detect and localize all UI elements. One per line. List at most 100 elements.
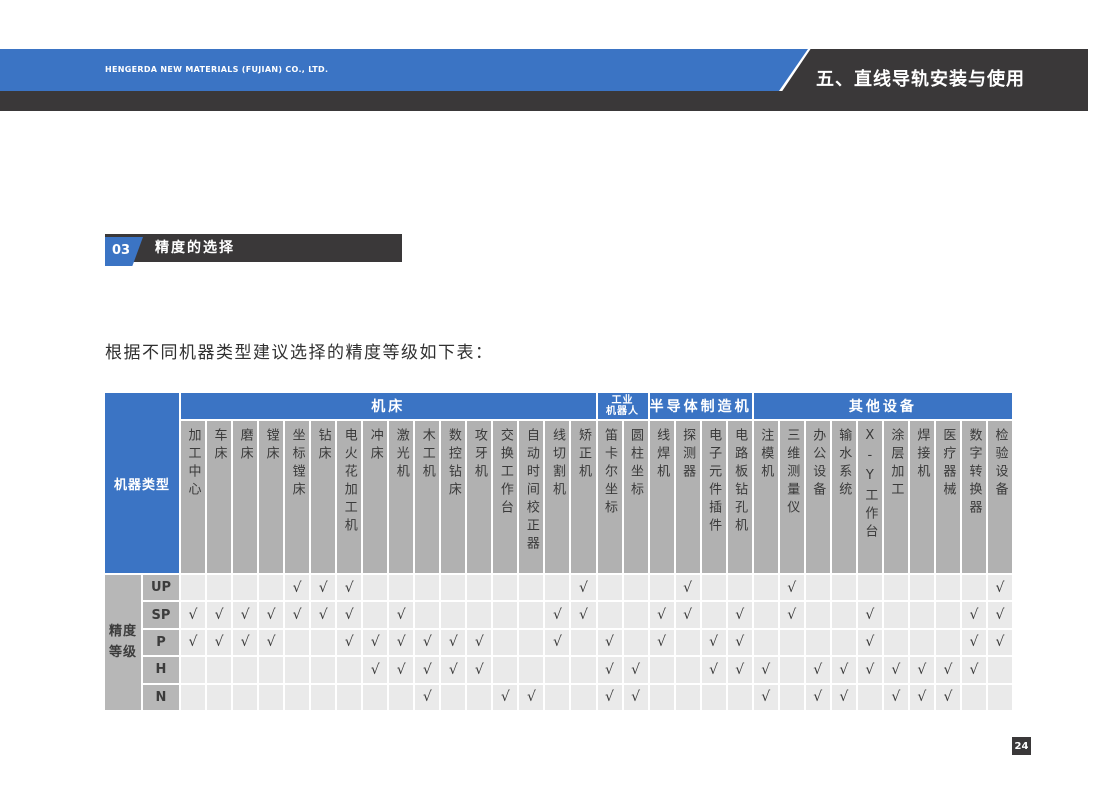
check-cell-checked: √: [545, 602, 569, 627]
check-cell: [936, 575, 960, 600]
check-cell: [233, 657, 257, 682]
check-cell: [519, 602, 543, 627]
check-cell-checked: √: [650, 602, 674, 627]
check-cell-checked: √: [962, 657, 986, 682]
check-cell-checked: √: [311, 575, 335, 600]
check-cell: [363, 575, 387, 600]
check-cell: [988, 685, 1012, 710]
check-cell: [910, 630, 934, 655]
check-cell: [493, 657, 517, 682]
column-header-text: 冲床: [369, 428, 382, 464]
check-cell: [650, 657, 674, 682]
check-cell-checked: √: [389, 630, 413, 655]
check-cell-checked: √: [415, 630, 439, 655]
check-cell-checked: √: [858, 602, 882, 627]
intro-text: 根据不同机器类型建议选择的精度等级如下表：: [105, 338, 494, 363]
check-cell: [936, 630, 960, 655]
column-header: 注模机: [754, 421, 778, 573]
column-header-text: 三维测量仪: [785, 428, 798, 518]
check-cell: [806, 630, 830, 655]
check-cell-checked: √: [728, 630, 752, 655]
check-cell: [832, 602, 856, 627]
check-cell: [259, 575, 283, 600]
check-cell-checked: √: [259, 602, 283, 627]
check-cell-checked: √: [910, 657, 934, 682]
column-header: 三维测量仪: [780, 421, 804, 573]
column-header-text: 圆柱坐标: [629, 428, 642, 500]
check-cell: [650, 685, 674, 710]
section-title-bar: 精度的选择: [105, 234, 402, 262]
check-cell-checked: √: [415, 685, 439, 710]
check-cell: [702, 575, 726, 600]
check-cell: [754, 575, 778, 600]
column-header-text: 办公设备: [811, 428, 824, 500]
check-cell-checked: √: [936, 657, 960, 682]
column-header: 线切割机: [545, 421, 569, 573]
check-cell: [571, 657, 595, 682]
check-cell-checked: √: [884, 657, 908, 682]
check-cell-checked: √: [598, 630, 622, 655]
column-header: 医疗器械: [936, 421, 960, 573]
column-header-text: 医疗器械: [941, 428, 954, 500]
check-cell: [519, 575, 543, 600]
check-cell: [832, 575, 856, 600]
check-cell: [415, 602, 439, 627]
column-header: 木工机: [415, 421, 439, 573]
check-cell-checked: √: [728, 602, 752, 627]
group-header: 机床: [181, 393, 596, 419]
check-cell-checked: √: [780, 602, 804, 627]
column-header: 检验设备: [988, 421, 1012, 573]
group-header: 工业 机器人: [598, 393, 648, 419]
check-cell-checked: √: [337, 602, 361, 627]
check-cell-checked: √: [363, 657, 387, 682]
table-corner-label: 机器类型: [105, 393, 179, 573]
check-cell: [207, 575, 231, 600]
precision-table: 机器类型 精度 等级 机床工业 机器人半导体制造机其他设备加工中心车床磨床镗床坐…: [105, 393, 1012, 710]
check-cell-checked: √: [832, 685, 856, 710]
check-cell-checked: √: [441, 630, 465, 655]
check-cell: [728, 685, 752, 710]
column-header-text: 镗床: [265, 428, 278, 464]
column-header: 电路板钻孔机: [728, 421, 752, 573]
check-cell-checked: √: [962, 630, 986, 655]
column-header-text: 输水系统: [837, 428, 850, 500]
check-cell: [676, 685, 700, 710]
column-header: 输水系统: [832, 421, 856, 573]
check-cell: [337, 657, 361, 682]
column-header-text: 注模机: [759, 428, 772, 482]
check-cell: [311, 685, 335, 710]
column-header-text: 电火花加工机: [343, 428, 356, 536]
check-cell: [806, 575, 830, 600]
check-cell: [884, 602, 908, 627]
check-cell-checked: √: [545, 630, 569, 655]
check-cell-checked: √: [571, 575, 595, 600]
check-cell-checked: √: [884, 685, 908, 710]
page-number-badge: 24: [1012, 737, 1031, 755]
check-cell-checked: √: [181, 630, 205, 655]
check-cell: [181, 575, 205, 600]
check-cell: [311, 657, 335, 682]
column-header: 自动时间校正器: [519, 421, 543, 573]
check-cell: [598, 575, 622, 600]
row-label: H: [143, 657, 179, 682]
check-cell: [441, 602, 465, 627]
check-cell-checked: √: [181, 602, 205, 627]
check-cell: [545, 657, 569, 682]
check-cell-checked: √: [858, 630, 882, 655]
check-cell: [389, 685, 413, 710]
column-header-text: 攻牙机: [473, 428, 486, 482]
chapter-title: 五、直线导轨安装与使用: [816, 49, 1025, 111]
column-header-text: 数字转换器: [967, 428, 980, 518]
column-header: 磨床: [233, 421, 257, 573]
column-header-text: X-Y工作台: [863, 428, 876, 542]
check-cell: [624, 630, 648, 655]
check-cell-checked: √: [624, 657, 648, 682]
column-header: 加工中心: [181, 421, 205, 573]
check-cell: [650, 575, 674, 600]
column-header-text: 木工机: [421, 428, 434, 482]
check-cell: [493, 602, 517, 627]
check-cell: [285, 630, 309, 655]
check-cell: [285, 685, 309, 710]
check-cell: [545, 685, 569, 710]
check-cell-checked: √: [337, 630, 361, 655]
